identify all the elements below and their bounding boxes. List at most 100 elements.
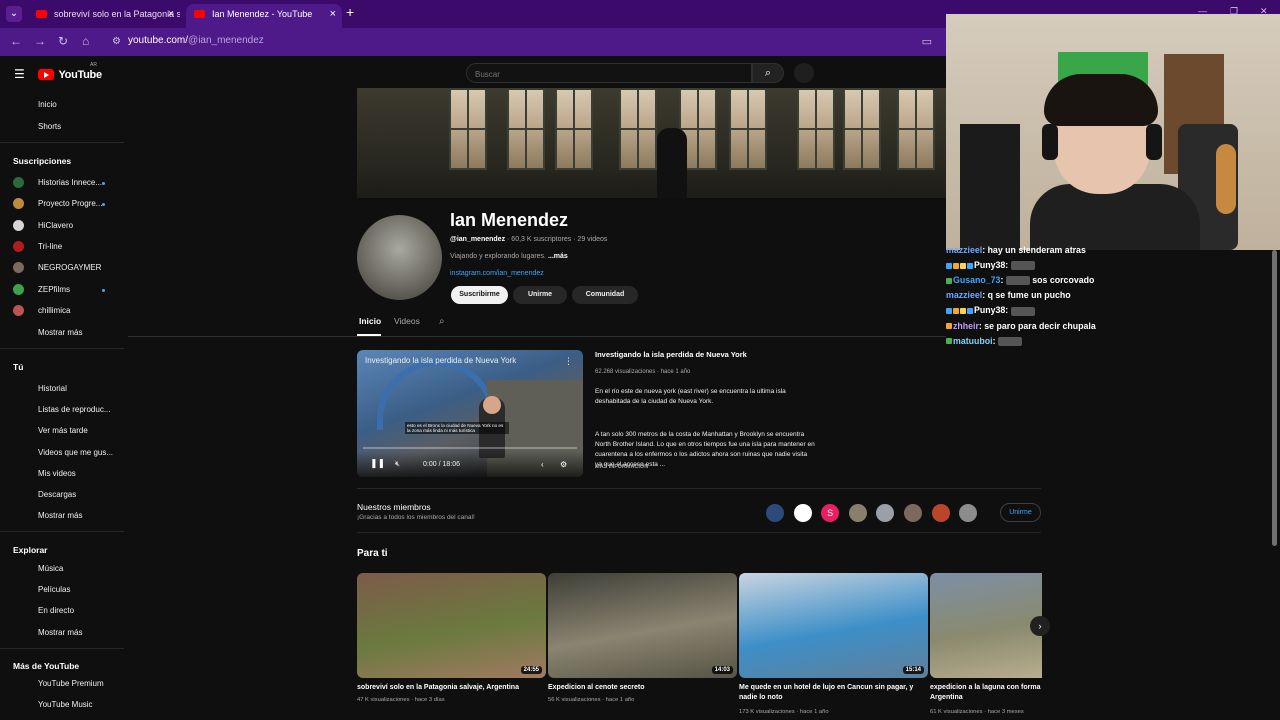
member-avatar[interactable] — [959, 504, 978, 522]
sidebar-subscription-item[interactable]: chillimica — [38, 306, 70, 315]
video-title[interactable]: Expedicion al cenote secreto — [548, 683, 734, 693]
channel-link[interactable]: instagram.com/ian_menendez — [450, 270, 544, 277]
browser-toolbar: ← → ↻ ⌂ ⚙ youtube.com/@ian_menendez ▭ — [0, 28, 946, 56]
chat-badge-icon — [967, 262, 973, 269]
home-icon[interactable]: ⌂ — [82, 34, 89, 48]
search-input[interactable] — [467, 65, 751, 84]
section-divider — [357, 532, 1041, 533]
voice-search-button[interactable] — [794, 63, 814, 83]
you-heading[interactable]: Tú — [13, 362, 23, 372]
subscriptions-show-more[interactable]: Mostrar más — [38, 328, 82, 337]
sidebar-item-my-videos[interactable]: Mis videos — [38, 469, 76, 478]
cast-icon[interactable]: ▭ — [922, 35, 932, 48]
mute-icon[interactable]: 🔇︎ — [395, 459, 400, 469]
featured-video-title[interactable]: Investigando la isla perdida de Nueva Yo… — [595, 350, 747, 359]
video-thumbnail[interactable]: 14:03 — [548, 573, 737, 678]
banner-window — [449, 88, 487, 170]
page-scrollbar[interactable] — [1272, 250, 1277, 546]
close-tab-icon[interactable]: × — [330, 4, 336, 24]
channel-handle: @ian_menendez — [450, 236, 506, 243]
member-avatar[interactable] — [876, 504, 895, 522]
sidebar-item-watch-later[interactable]: Ver más tarde — [38, 426, 88, 435]
video-meta: 61 K visualizaciones · hace 3 meses — [930, 709, 1024, 715]
sidebar-item-inicio[interactable]: Inicio — [38, 100, 57, 109]
video-title[interactable]: Me quede en un hotel de lujo en Cancun s… — [739, 683, 925, 703]
video-title[interactable]: sobreviví solo en la Patagonia salvaje, … — [357, 683, 543, 693]
tabs-divider — [128, 336, 946, 337]
member-avatar[interactable] — [766, 504, 784, 522]
channel-search-icon[interactable]: ⌕ — [439, 316, 445, 327]
sidebar-item-movies[interactable]: Películas — [38, 585, 70, 594]
video-duration: 15:14 — [902, 666, 924, 674]
sidebar-subscription-item[interactable]: HiClavero — [38, 221, 73, 230]
back-icon[interactable]: ← — [10, 34, 22, 48]
sidebar-divider — [0, 142, 124, 143]
member-avatar[interactable] — [793, 504, 812, 522]
tab-search-icon[interactable]: ⌄ — [6, 6, 22, 22]
channel-description[interactable]: Viajando y explorando lugares. ...más — [450, 253, 568, 260]
progress-bar[interactable] — [363, 447, 577, 449]
sidebar-item-music[interactable]: Música — [38, 564, 63, 573]
chevron-left-icon[interactable]: ‹ — [541, 460, 544, 469]
explore-show-more[interactable]: Mostrar más — [38, 628, 82, 637]
sidebar-subscription-item[interactable]: Tri-line — [38, 242, 62, 251]
banner-window — [729, 88, 767, 170]
sidebar-item-playlists[interactable]: Listas de reproduc... — [38, 405, 110, 414]
sidebar-item-downloads[interactable]: Descargas — [38, 490, 76, 499]
tab-videos[interactable]: Videos — [394, 316, 420, 326]
youtube-logo[interactable]: YouTube AR — [38, 62, 102, 81]
sidebar-item-live[interactable]: En directo — [38, 606, 74, 615]
sidebar-item-shorts[interactable]: Shorts — [38, 122, 61, 131]
youtube-play-icon — [38, 69, 54, 81]
forward-icon[interactable]: → — [34, 34, 46, 48]
sidebar-item-youtube-music[interactable]: YouTube Music — [38, 700, 93, 709]
sidebar-item-historial[interactable]: Historial — [38, 384, 67, 393]
new-tab-icon[interactable]: + — [346, 4, 354, 20]
sidebar-subscription-item[interactable]: NEGROGAYMER — [38, 263, 101, 272]
settings-icon[interactable]: ⚙ — [560, 460, 567, 469]
video-thumbnail[interactable]: 24:55 — [357, 573, 546, 678]
subscriptions-heading[interactable]: Suscripciones — [13, 156, 71, 166]
sidebar-item-youtube-premium[interactable]: YouTube Premium — [38, 679, 104, 688]
address-bar[interactable]: ⚙ youtube.com/@ian_menendez ▭ — [104, 31, 944, 53]
tab-inicio[interactable]: Inicio — [359, 316, 381, 326]
browser-tab-1[interactable]: sobreviví solo en la Patagonia s × — [28, 4, 180, 28]
video-title[interactable]: expedicion a la laguna con forma Argenti… — [930, 683, 1042, 703]
sidebar-subscription-item[interactable]: ZEPfilms — [38, 285, 70, 294]
menu-icon[interactable]: ☰ — [14, 67, 25, 81]
sidebar-item-liked-videos[interactable]: Videos que me gus... — [38, 448, 113, 457]
search-button[interactable]: ⌕ — [752, 63, 784, 83]
browser-tab-2[interactable]: Ian Menendez - YouTube × — [186, 4, 342, 28]
featured-more-info-link[interactable]: MÁS INFORMACIÓN — [595, 464, 648, 470]
description-more-link[interactable]: ...más — [548, 253, 568, 260]
community-button[interactable]: Comunidad — [572, 286, 638, 304]
member-avatar[interactable]: S — [821, 504, 840, 522]
featured-video-player[interactable]: Investigando la isla perdida de Nueva Yo… — [357, 350, 583, 477]
section-divider — [357, 488, 1041, 489]
sidebar: Inicio Shorts Suscripciones Historias In… — [0, 90, 124, 720]
hoodie-graphic — [1030, 184, 1200, 250]
member-avatar[interactable] — [904, 504, 922, 522]
banner-window — [797, 88, 835, 170]
reload-icon[interactable]: ↻ — [58, 34, 68, 48]
video-thumbnail[interactable] — [930, 573, 1042, 678]
member-avatar[interactable] — [848, 504, 867, 522]
more-options-icon[interactable]: ⋮ — [564, 356, 573, 367]
close-tab-icon[interactable]: × — [168, 4, 174, 24]
player-title[interactable]: Investigando la isla perdida de Nueva Yo… — [365, 356, 516, 365]
banner-window — [555, 88, 593, 170]
subscribe-button[interactable]: Suscribirme — [451, 286, 508, 304]
player-caption: esto es el Bronx la ciudad de Nueva York… — [405, 422, 509, 434]
site-info-icon[interactable]: ⚙ — [112, 36, 121, 47]
member-avatar[interactable] — [931, 504, 950, 522]
sidebar-subscription-item[interactable]: Proyecto Progre... — [38, 199, 102, 208]
members-join-button[interactable]: Unirme — [1000, 503, 1041, 522]
video-thumbnail[interactable]: 15:14 — [739, 573, 928, 678]
you-show-more[interactable]: Mostrar más — [38, 511, 82, 520]
chevron-right-icon[interactable]: › — [1030, 616, 1050, 636]
browser-tab-label: Ian Menendez - YouTube — [212, 9, 313, 19]
sidebar-subscription-item[interactable]: Historias Innece... — [38, 178, 102, 187]
pause-icon[interactable]: ❚❚ — [370, 458, 385, 469]
join-button[interactable]: Unirme — [513, 286, 567, 304]
channel-avatar[interactable] — [357, 215, 442, 300]
